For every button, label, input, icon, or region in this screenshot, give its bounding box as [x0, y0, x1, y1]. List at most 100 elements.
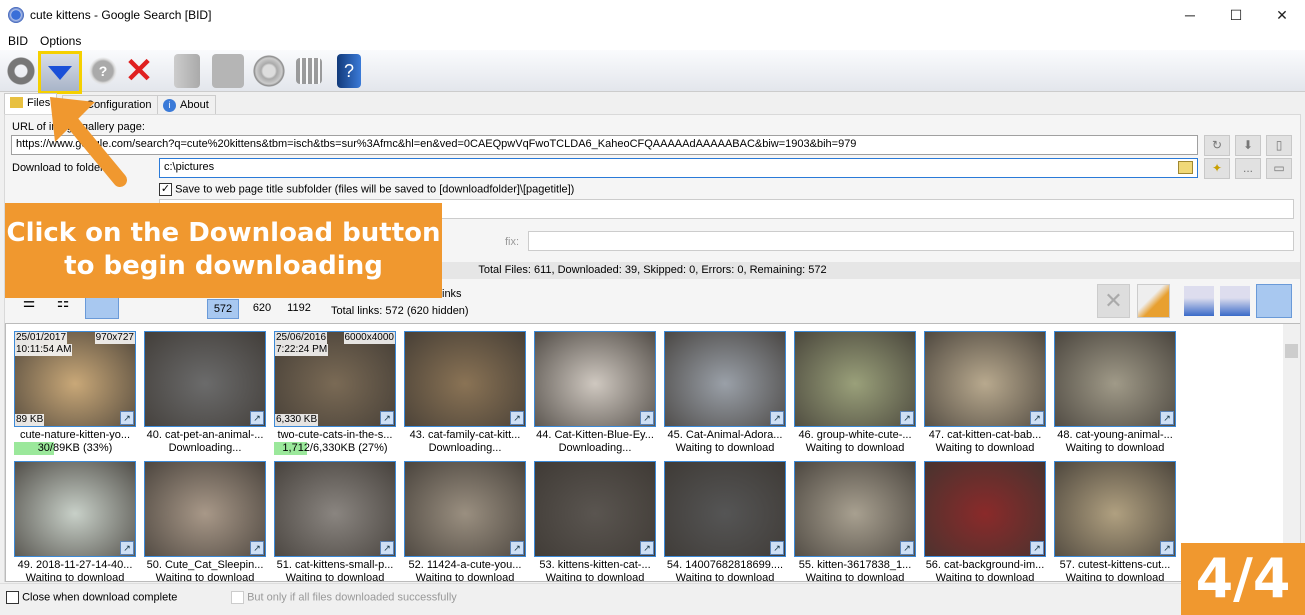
- filter-620-button[interactable]: 620: [246, 299, 278, 319]
- play-download-icon[interactable]: [1184, 286, 1214, 316]
- minimize-button[interactable]: ─: [1167, 0, 1213, 31]
- help-icon[interactable]: ?: [86, 54, 120, 88]
- shortcut-icon: ↗: [900, 541, 914, 555]
- scrollbar-thumb[interactable]: [1285, 344, 1298, 358]
- size-label: 6,330 KB: [275, 414, 319, 426]
- file-caption: 43. cat-family-cat-kitt...: [409, 429, 521, 441]
- stop-icon[interactable]: ✕: [122, 54, 156, 88]
- thumbnail-tile[interactable]: ↗ 55. kitten-3617838_1... Waiting to downl…: [794, 461, 916, 581]
- thumbnail-tile[interactable]: ↗ 46. group-white-cute-... Waiting to down…: [794, 331, 916, 455]
- kitten-image: [795, 332, 915, 426]
- thumbnail-tile[interactable]: ↗ 54. 14007682818699.... Waiting to downlo…: [664, 461, 786, 581]
- thumbnail-tile[interactable]: ↗ 49. 2018-11-27-14-40... Waiting to downl…: [14, 461, 136, 581]
- thumbnail-tile[interactable]: 25/06/2016 7:22:24 PM 6000x4000 6,330 KB ↗ tw…: [274, 331, 396, 455]
- thumbnail-image[interactable]: ↗: [1054, 331, 1176, 427]
- thumbnail-tile[interactable]: ↗ 53. kittens-kitten-cat-... Waiting to do…: [534, 461, 656, 582]
- folder-icon[interactable]: [174, 54, 200, 88]
- url-input[interactable]: https://www.google.com/search?q=cute%20k…: [11, 135, 1198, 155]
- thumbnail-tile[interactable]: ↗ 50. Cute_Cat_Sleepin... Waiting to downl…: [144, 461, 266, 581]
- size-label: 89 KB: [15, 414, 45, 426]
- total-links-label: Total links: 572 (620 hidden): [331, 305, 469, 317]
- tab-about[interactable]: i About: [157, 95, 216, 115]
- dimensions-label: 6000x4000: [343, 332, 395, 344]
- thumbnail-tile[interactable]: ↗ 51. cat-kittens-small-p... Waiting to do…: [274, 461, 396, 581]
- thumbnail-image[interactable]: ↗: [1054, 461, 1176, 557]
- grid-icon[interactable]: [296, 58, 322, 84]
- thumbnail-tile[interactable]: ↗ 47. cat-kitten-cat-bab... Waiting to dow…: [924, 331, 1046, 455]
- shortcut-icon: ↗: [510, 411, 524, 425]
- file-status: Waiting to download: [805, 442, 905, 454]
- thumbnail-image[interactable]: ↗: [664, 461, 786, 557]
- file-status: Waiting to download: [545, 572, 645, 582]
- help-book-icon[interactable]: ?: [337, 54, 361, 88]
- menu-bid[interactable]: BID: [8, 34, 28, 48]
- thumbnail-tile[interactable]: ↗ 40. cat-pet-an-animal-... Downloading...: [144, 331, 266, 455]
- close-when-complete-checkbox[interactable]: Close when download complete: [6, 591, 177, 604]
- folder-input[interactable]: c:\pictures: [159, 158, 1198, 178]
- thumbnail-tile[interactable]: ↗ 45. Cat-Animal-Adora... Waiting to downl…: [664, 331, 786, 455]
- thumbnail-image[interactable]: ↗: [144, 461, 266, 557]
- thumbnail-tile[interactable]: ↗ 44. Cat-Kitten-Blue-Ey... Downloading...: [534, 331, 656, 455]
- thumbnail-image[interactable]: ↗: [274, 461, 396, 557]
- refresh-url-button[interactable]: ↻: [1204, 135, 1230, 156]
- shortcut-icon: ↗: [1160, 411, 1174, 425]
- close-button[interactable]: ✕: [1259, 0, 1305, 31]
- clear-broom-icon[interactable]: [1137, 284, 1170, 318]
- thumbnail-tile[interactable]: ↗ 57. cutest-kittens-cut... Waiting to dow…: [1054, 461, 1176, 581]
- kitten-image: [535, 332, 655, 426]
- thumbnail-image[interactable]: ↗: [794, 331, 916, 427]
- thumbnail-image[interactable]: ↗: [794, 461, 916, 557]
- thumbnail-image[interactable]: ↗: [144, 331, 266, 427]
- file-status: Downloading...: [428, 442, 502, 454]
- thumbnail-image[interactable]: ↗: [404, 461, 526, 557]
- file-status: Waiting to download: [935, 572, 1035, 582]
- filter-572-button[interactable]: 572: [207, 299, 239, 319]
- thumbnail-tile[interactable]: ↗ 52. 11424-a-cute-you... Waiting to downl…: [404, 461, 526, 581]
- thumbnail-tile[interactable]: ↗ 48. cat-young-animal-... Waiting to down…: [1054, 331, 1176, 455]
- thumbnail-image[interactable]: ↗: [534, 331, 656, 427]
- app-icon: [8, 7, 24, 23]
- folder-url-button[interactable]: ▯: [1266, 135, 1292, 156]
- remove-icon[interactable]: ✕: [1097, 284, 1130, 318]
- shortcut-icon: ↗: [380, 411, 394, 425]
- thumbnail-image[interactable]: 25/06/2016 7:22:24 PM 6000x4000 6,330 KB ↗: [274, 331, 396, 427]
- settings-icon[interactable]: [252, 54, 286, 88]
- download-url-button[interactable]: ⬇: [1235, 135, 1261, 156]
- refresh-icon[interactable]: [4, 54, 38, 88]
- file-status: Waiting to download: [1065, 442, 1165, 454]
- browse-folder-icon[interactable]: [1178, 161, 1193, 174]
- thumbnail-tile[interactable]: 25/01/2017 10:11:54 AM 970x727 89 KB ↗ cute-n…: [14, 331, 136, 455]
- file-caption: 57. cutest-kittens-cut...: [1059, 559, 1171, 571]
- thumbnail-image[interactable]: ↗: [664, 331, 786, 427]
- shortcut-icon: ↗: [640, 541, 654, 555]
- find-folder-button[interactable]: ✦: [1204, 158, 1230, 179]
- download-selected-icon[interactable]: [1220, 286, 1250, 316]
- kitten-image: [405, 462, 525, 556]
- thumbnail-tile[interactable]: ↗ 56. cat-background-im... Waiting to down…: [924, 461, 1046, 582]
- thumbnail-image[interactable]: ↗: [534, 461, 656, 557]
- thumbnail-image[interactable]: 25/01/2017 10:11:54 AM 970x727 89 KB ↗: [14, 331, 136, 427]
- thumbnail-tile[interactable]: ↗ 43. cat-family-cat-kitt... Downloading..…: [404, 331, 526, 455]
- save-icon[interactable]: [212, 54, 244, 88]
- thumbnail-image[interactable]: ↗: [404, 331, 526, 427]
- more-button[interactable]: ...: [1235, 158, 1261, 179]
- maximize-button[interactable]: ☐: [1213, 0, 1259, 31]
- download-icon: [48, 66, 72, 80]
- thumbnail-image[interactable]: ↗: [924, 331, 1046, 427]
- file-caption: 56. cat-background-im...: [925, 559, 1045, 571]
- file-caption: 52. 11424-a-cute-you...: [408, 559, 522, 571]
- subfolder-label: Save to web page title subfolder (files …: [175, 183, 575, 196]
- kitten-image: [405, 332, 525, 426]
- download-button[interactable]: [38, 51, 82, 94]
- kitten-image: [1055, 332, 1175, 426]
- filter-1192-button[interactable]: 1192: [283, 299, 315, 319]
- save-folder-button[interactable]: ▭: [1266, 158, 1292, 179]
- menu-options[interactable]: Options: [40, 34, 81, 48]
- prefix-input[interactable]: [528, 231, 1294, 251]
- thumbnail-image[interactable]: ↗: [924, 461, 1046, 557]
- only-if-success-checkbox[interactable]: But only if all files downloaded success…: [231, 591, 457, 604]
- thumbnail-image[interactable]: ↗: [14, 461, 136, 557]
- show-filename-button[interactable]: [1256, 284, 1292, 318]
- subfolder-checkbox[interactable]: ✓ Save to web page title subfolder (file…: [159, 183, 574, 196]
- checkbox-check-icon: ✓: [159, 183, 172, 196]
